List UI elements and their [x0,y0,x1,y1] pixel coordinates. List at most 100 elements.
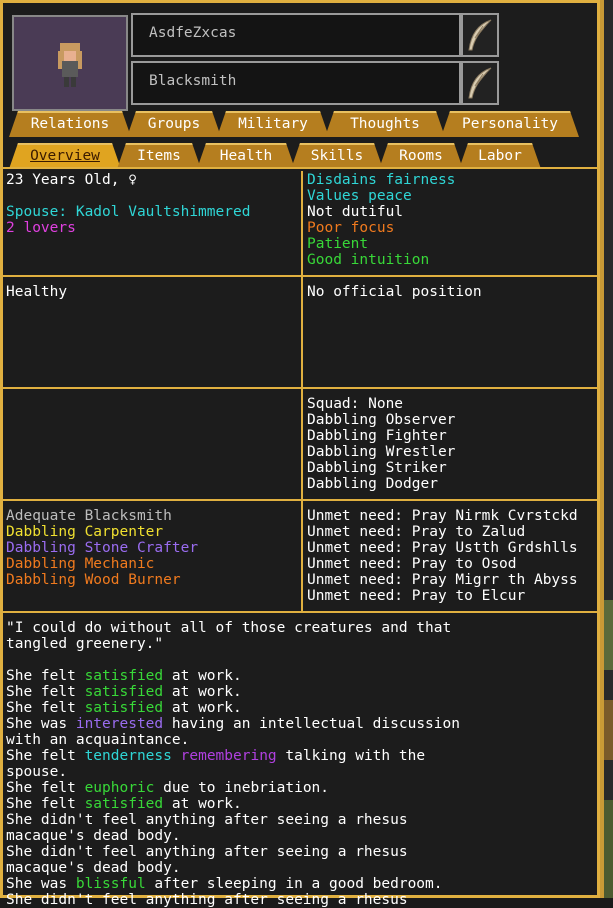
tab-underline [3,167,597,169]
thought-segment: at work. [163,684,242,700]
thought-segment: She felt [6,796,85,812]
thought-segment: satisfied [84,668,164,684]
thought-line: macaque's dead body. [6,860,460,876]
thought-line: She felt satisfied at work. [6,684,460,700]
thought-segment: satisfied [84,796,164,812]
thought-line: She was blissful after sleeping in a goo… [6,876,460,892]
military-skill-item: Dabbling Observer [307,412,456,428]
edit-profession-button[interactable] [461,61,499,105]
tab-skills[interactable]: Skills [291,143,383,169]
thought-line: She felt tenderness remembering talking … [6,748,460,764]
thought-segment: She didn't feel anything after seeing a … [6,844,408,860]
thought-segment: at work. [163,700,242,716]
need-item: Unmet need: Pray to Osod [307,556,517,572]
tab-groups[interactable]: Groups [127,111,221,137]
skills-list: Adequate Blacksmith Dabbling Carpenter Dab… [6,508,198,588]
personality-quote: "I could do without all of those creatur… [6,620,451,652]
need-item: Unmet need: Pray Ustth Grdshlls [307,540,578,556]
thoughts-list: She felt satisfied at work. She felt sati… [6,668,460,908]
noble-position: No official position [307,284,482,300]
thought-line: She felt euphoric due to inebriation. [6,780,460,796]
thought-segment: She was [6,876,76,892]
row-divider [3,275,597,277]
quill-icon [468,67,492,99]
thought-segment: She didn't feel anything after seeing a … [6,812,408,828]
thought-line: She was interested having an intellectua… [6,716,460,732]
trait-item: Good intuition [307,252,430,268]
quote-line: "I could do without all of those creatur… [6,620,452,636]
thought-line: She felt satisfied at work. [6,700,460,716]
tab-labor[interactable]: Labor [459,143,541,169]
thought-segment: at work. [163,668,242,684]
thought-line: She felt satisfied at work. [6,668,460,684]
thought-segment: She felt [6,748,85,764]
military-skill-item: Squad: None [307,396,404,412]
thought-segment: She felt [6,668,85,684]
thought-line: She didn't feel anything after seeing a … [6,844,460,860]
thought-segment: She felt [6,780,85,796]
column-divider [301,171,303,613]
thought-segment: euphoric [84,780,155,796]
unit-sheet-window: AsdfeZxcas Blacksmith Relations Groups M… [0,0,600,908]
row-divider [3,499,597,501]
tab-items[interactable]: Items [117,143,201,169]
thought-segment: macaque's dead body. [6,828,181,844]
skill-item: Dabbling Stone Crafter [6,540,199,556]
tab-personality[interactable]: Personality [441,111,579,137]
thought-segment: after sleeping in a good bedroom. [145,876,443,892]
tab-overview[interactable]: Overview [9,143,121,169]
profession-field[interactable]: Blacksmith [131,61,461,105]
skill-item: Dabbling Carpenter [6,524,164,540]
thought-segment: satisfied [84,700,164,716]
skill-item: Dabbling Mechanic [6,556,155,572]
unit-profession: Blacksmith [149,73,237,89]
need-item: Unmet need: Pray Nirmk Cvrstckd [307,508,578,524]
thought-line: with an acquaintance. [6,732,460,748]
tab-health[interactable]: Health [197,143,295,169]
thought-segment: having an intellectual discussion [163,716,460,732]
thought-segment: macaque's dead body. [6,860,181,876]
thought-segment: interested [75,716,164,732]
thought-segment: tenderness [84,748,172,764]
military-skill-item: Dabbling Striker [307,460,447,476]
unit-name: AsdfeZxcas [149,25,237,41]
quote-line: tangled greenery." [6,636,164,652]
military-skills-list: Squad: None Dabbling Observer Dabbling Fig… [307,396,455,492]
tab-military[interactable]: Military [217,111,329,137]
thought-line: spouse. [6,764,460,780]
trait-item: Poor focus [307,220,395,236]
thought-line: macaque's dead body. [6,828,460,844]
tab-relations[interactable]: Relations [9,111,131,137]
age-sex-text: 23 Years Old, ♀ [6,172,137,188]
thought-segment: She felt [6,700,85,716]
tab-rooms[interactable]: Rooms [379,143,463,169]
thought-segment: She didn't feel anything after seeing a … [6,892,408,908]
military-skill-item: Dabbling Dodger [307,476,438,492]
thought-line: She felt satisfied at work. [6,796,460,812]
military-skill-item: Dabbling Fighter [307,428,447,444]
needs-list: Unmet need: Pray Nirmk Cvrstckd Unmet nee… [307,508,597,604]
lovers-link[interactable]: 2 lovers [6,220,76,236]
thought-segment: She was [6,716,76,732]
skill-item: Dabbling Wood Burner [6,572,181,588]
health-status[interactable]: Healthy [6,284,67,300]
thought-segment: spouse. [6,764,68,780]
tab-thoughts[interactable]: Thoughts [325,111,445,137]
unit-name-field[interactable]: AsdfeZxcas [131,13,461,57]
thought-line: She didn't feel anything after seeing a … [6,812,460,828]
thought-segment: remembering [180,748,277,764]
trait-item: Not dutiful [307,204,404,220]
thought-segment: with an acquaintance. [6,732,190,748]
need-item: Unmet need: Pray Migrr th Abyss [307,572,578,588]
personality-traits-list: Disdains fairness Values peace Not dutiful… [307,172,455,268]
row-divider [3,387,597,389]
edit-name-button[interactable] [461,13,499,57]
trait-item: Patient [307,236,369,252]
thought-segment: talking with the [276,748,426,764]
thought-segment: satisfied [84,684,164,700]
need-item: Unmet need: Pray to Elcur [307,588,526,604]
dwarf-portrait [12,15,128,111]
dwarf-sprite-icon [58,43,82,87]
trait-item: Values peace [307,188,412,204]
spouse-link[interactable]: Spouse: Kadol Vaultshimmered [6,204,250,220]
